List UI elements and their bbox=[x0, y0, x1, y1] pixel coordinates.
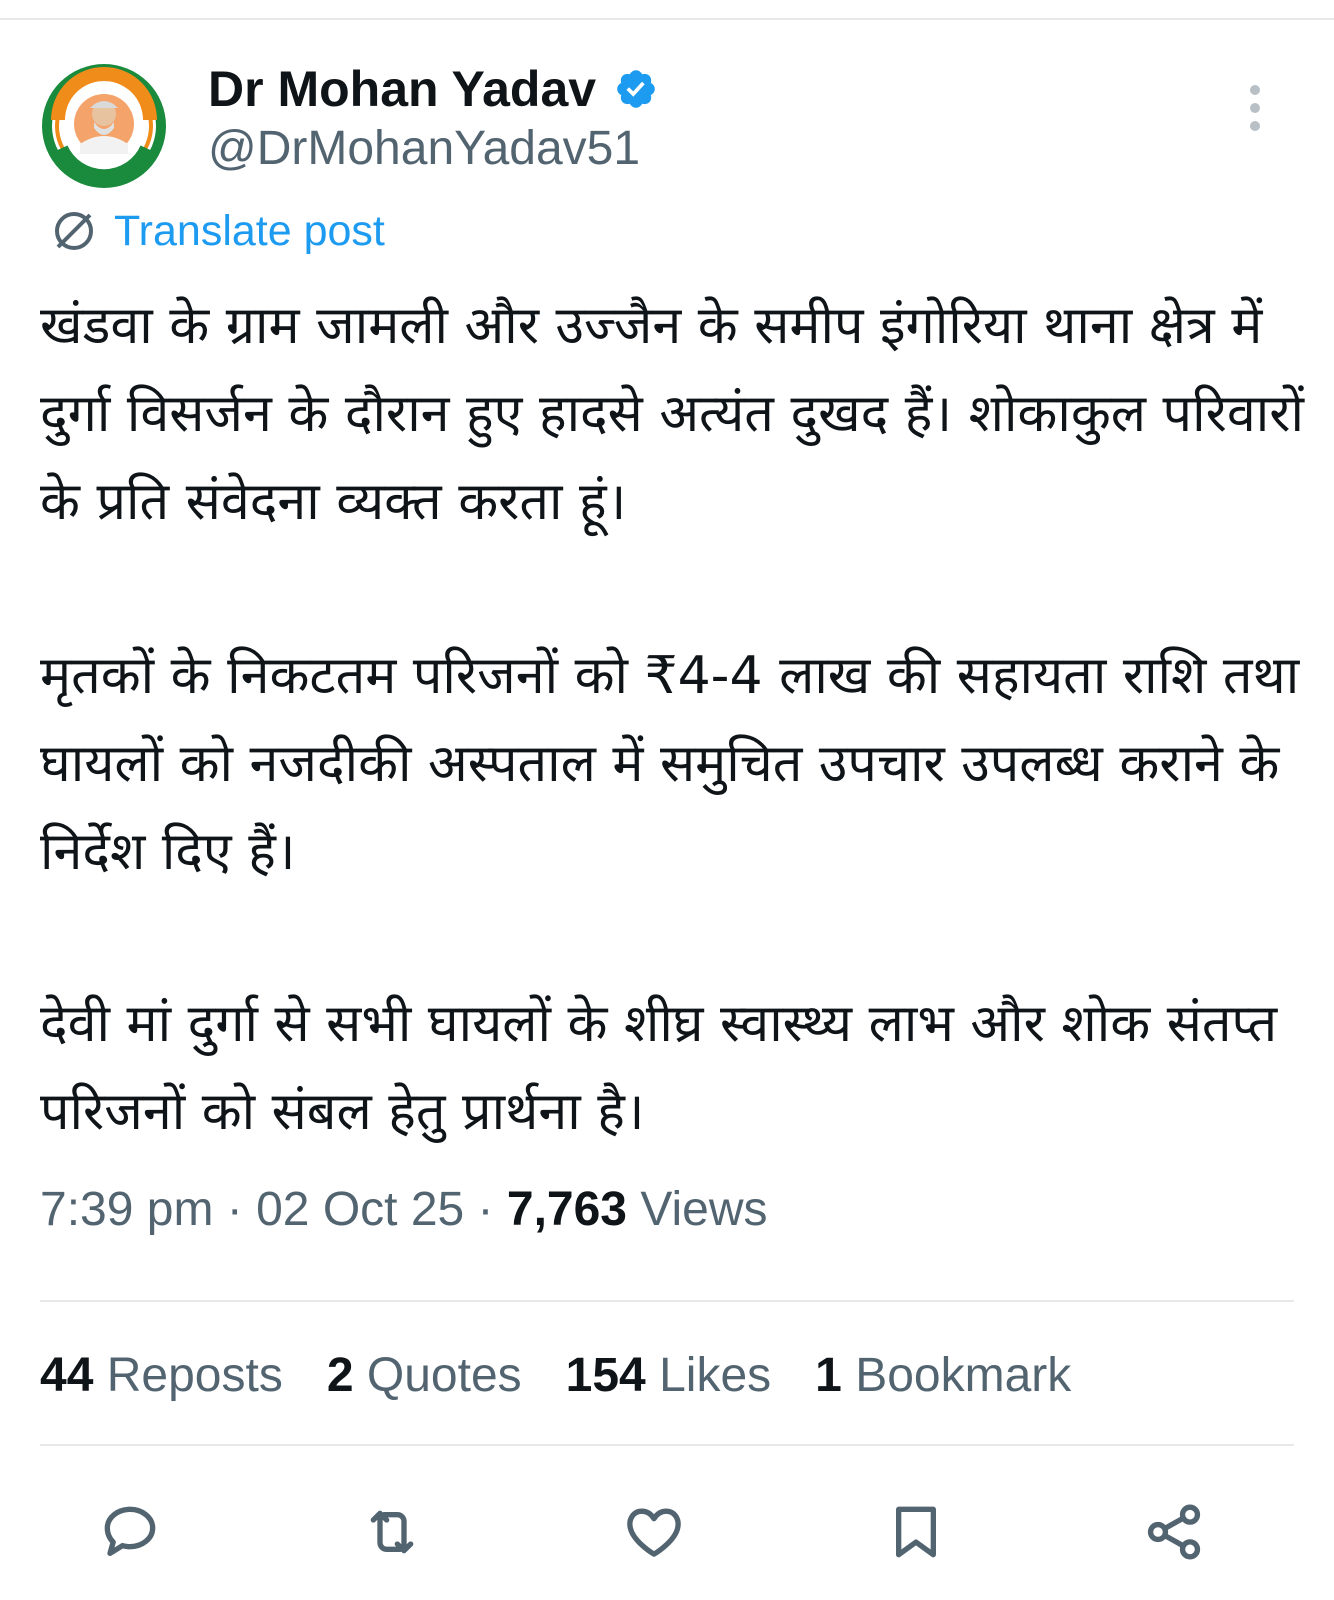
views-label: Views bbox=[640, 1183, 768, 1236]
meta-separator: · bbox=[213, 1183, 257, 1236]
stat-count: 2 bbox=[326, 1349, 354, 1402]
like-button[interactable] bbox=[622, 1500, 686, 1564]
post-paragraph-1: खंडवा के ग्राम जामली और उज्जैन के समीप इ… bbox=[40, 296, 1304, 532]
engagement-stats: 44 Reposts 2 Quotes 154 Likes 1 Bookmark bbox=[40, 1346, 1115, 1406]
stat-bookmarks[interactable]: 1 Bookmark bbox=[815, 1346, 1071, 1406]
post-date[interactable]: 02 Oct 25 bbox=[256, 1183, 464, 1236]
stat-label: Reposts bbox=[106, 1349, 283, 1402]
divider bbox=[40, 1444, 1294, 1446]
author-name-row[interactable]: Dr Mohan Yadav bbox=[208, 58, 658, 120]
author-handle[interactable]: @DrMohanYadav51 bbox=[208, 118, 640, 180]
translate-post-link[interactable]: Translate post bbox=[50, 204, 385, 258]
bookmark-icon bbox=[896, 1506, 936, 1558]
verified-badge-icon bbox=[617, 70, 655, 108]
share-icon bbox=[1147, 1504, 1201, 1560]
stat-count: 1 bbox=[815, 1349, 842, 1402]
post-paragraph-2: मृतकों के निकटतम परिजनों को ₹4-4 लाख की … bbox=[40, 646, 1300, 882]
top-divider bbox=[0, 18, 1334, 20]
stat-likes[interactable]: 154 Likes bbox=[566, 1346, 772, 1406]
meta-separator: · bbox=[464, 1183, 507, 1236]
stat-quotes[interactable]: 2 Quotes bbox=[327, 1346, 522, 1406]
more-options-icon[interactable] bbox=[1246, 84, 1264, 132]
post-time[interactable]: 7:39 pm bbox=[40, 1183, 213, 1236]
stat-reposts[interactable]: 44 Reposts bbox=[40, 1346, 283, 1406]
reply-button[interactable] bbox=[98, 1500, 162, 1564]
stat-label: Quotes bbox=[366, 1349, 522, 1402]
repost-icon bbox=[370, 1510, 414, 1554]
post-paragraph-3: देवी मां दुर्गा से सभी घायलों के शीघ्र स… bbox=[40, 994, 1278, 1142]
divider bbox=[40, 1300, 1294, 1302]
translate-post-label[interactable]: Translate post bbox=[114, 204, 385, 258]
stat-label: Likes bbox=[659, 1349, 772, 1402]
stat-count: 44 bbox=[40, 1349, 94, 1402]
globe-icon bbox=[55, 212, 93, 250]
post-meta: 7:39 pm · 02 Oct 25 · 7,763 Views bbox=[40, 1180, 768, 1240]
reply-icon bbox=[104, 1506, 156, 1556]
author-name[interactable]: Dr Mohan Yadav bbox=[208, 58, 596, 120]
stat-label: Bookmark bbox=[855, 1349, 1072, 1402]
stat-count: 154 bbox=[565, 1349, 646, 1402]
avatar[interactable] bbox=[40, 62, 168, 190]
views-count: 7,763 bbox=[506, 1183, 627, 1236]
repost-button[interactable] bbox=[360, 1500, 424, 1564]
like-icon bbox=[627, 1508, 681, 1557]
bookmark-button[interactable] bbox=[884, 1500, 948, 1564]
share-button[interactable] bbox=[1142, 1500, 1206, 1564]
